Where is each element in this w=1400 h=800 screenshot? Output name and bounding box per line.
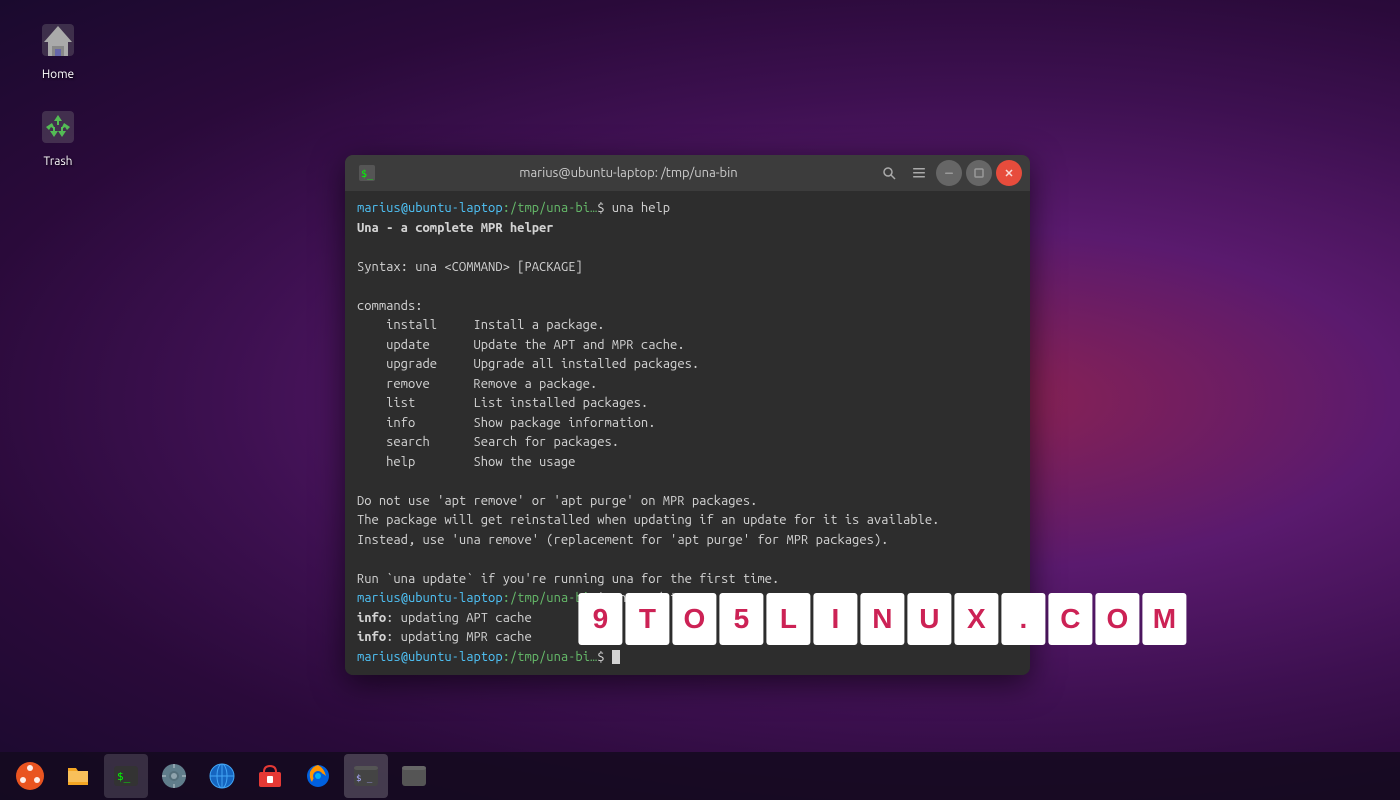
taskbar-terminal[interactable]: $_ [104,754,148,798]
search-button[interactable] [876,160,902,186]
terminal-line: commands: [357,297,1018,317]
terminal-line: install Install a package. [357,316,1018,336]
terminal-line: Instead, use 'una remove' (replacement f… [357,531,1018,551]
taskbar: $_ [0,752,1400,800]
taskbar-terminal-active[interactable]: $ _ [344,754,388,798]
terminal-line: info Show package information. [357,414,1018,434]
terminal-line: update Update the APT and MPR cache. [357,336,1018,356]
taskbar-files[interactable] [56,754,100,798]
terminal-line: Run `una update` if you're running una f… [357,570,1018,590]
titlebar-controls [876,160,1022,186]
watermark-char: U [907,593,951,645]
taskbar-start[interactable] [8,754,52,798]
watermark-char: L [766,593,810,645]
maximize-button[interactable] [966,160,992,186]
terminal-titlebar: $_ marius@ubuntu-laptop: /tmp/una-bin [345,155,1030,191]
watermark-char: I [813,593,857,645]
watermark-char: . [1001,593,1045,645]
watermark-char: T [625,593,669,645]
watermark-char: 9 [578,593,622,645]
terminal-line: Do not use 'apt remove' or 'apt purge' o… [357,492,1018,512]
desktop-icon-trash[interactable]: Trash [18,95,98,176]
home-label: Home [42,68,74,81]
home-icon [34,16,82,64]
terminal-cursor [612,650,620,664]
svg-text:$_: $_ [361,169,374,180]
close-button[interactable] [996,160,1022,186]
terminal-line [357,472,1018,492]
terminal-title: marius@ubuntu-laptop: /tmp/una-bin [387,166,870,180]
svg-text:$_: $_ [117,770,131,783]
terminal-line: remove Remove a package. [357,375,1018,395]
svg-text:$ _: $ _ [356,774,373,784]
watermark-char: X [954,593,998,645]
terminal-line: list List installed packages. [357,394,1018,414]
terminal-line: help Show the usage [357,453,1018,473]
terminal-app-icon: $_ [353,159,381,187]
minimize-button[interactable] [936,160,962,186]
terminal-line: Syntax: una <COMMAND> [PACKAGE] [357,258,1018,278]
trash-icon [34,103,82,151]
terminal-prompt-active: marius@ubuntu-laptop:/tmp/una-bi…$ [357,648,1018,668]
terminal-line: upgrade Upgrade all installed packages. [357,355,1018,375]
taskbar-terminal-inactive[interactable] [392,754,436,798]
menu-button[interactable] [906,160,932,186]
terminal-line [357,277,1018,297]
terminal-line [357,550,1018,570]
trash-label: Trash [43,155,72,168]
watermark: 9 T O 5 L I N U X . C O M [578,593,1186,645]
watermark-char: C [1048,593,1092,645]
terminal-line: Una - a complete MPR helper [357,219,1018,239]
watermark-char: O [672,593,716,645]
terminal-line: The package will get reinstalled when up… [357,511,1018,531]
taskbar-store[interactable] [248,754,292,798]
terminal-line: search Search for packages. [357,433,1018,453]
taskbar-settings[interactable] [152,754,196,798]
taskbar-firefox[interactable] [296,754,340,798]
desktop-icon-home[interactable]: Home [18,8,98,89]
watermark-char: O [1095,593,1139,645]
terminal-line [357,238,1018,258]
watermark-char: M [1142,593,1186,645]
terminal-line: marius@ubuntu-laptop:/tmp/una-bi…$ una h… [357,199,1018,219]
watermark-char: N [860,593,904,645]
taskbar-browser[interactable] [200,754,244,798]
watermark-char: 5 [719,593,763,645]
